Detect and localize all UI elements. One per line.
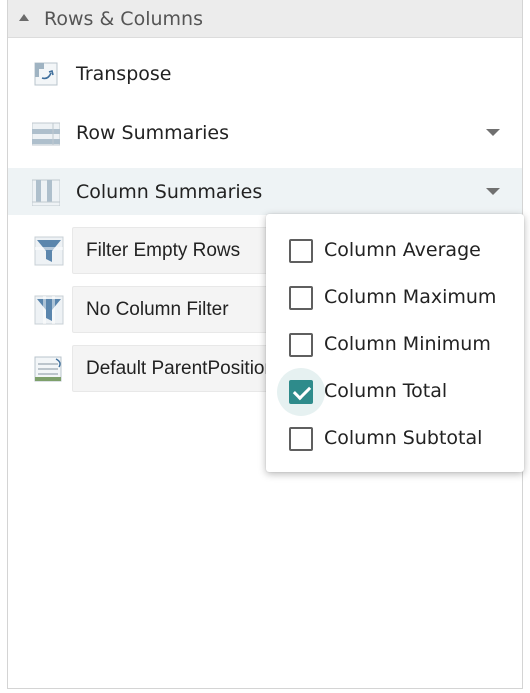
option-label: Column Maximum	[324, 286, 497, 308]
transpose-label: Transpose	[76, 62, 172, 85]
option-column-total[interactable]: Column Total	[266, 368, 524, 416]
option-column-subtotal[interactable]: Column Subtotal	[266, 415, 524, 462]
column-summaries-dropdown: Column Average Column Maximum Column Min…	[266, 214, 524, 472]
column-summaries-item[interactable]: Column Summaries	[8, 168, 522, 215]
option-column-average[interactable]: Column Average	[266, 227, 524, 274]
panel-header[interactable]: Rows & Columns	[8, 0, 522, 38]
panel-title: Rows & Columns	[44, 7, 203, 30]
checkbox[interactable]	[289, 286, 313, 310]
option-label: Column Average	[324, 239, 481, 261]
transpose-icon	[34, 62, 58, 86]
column-summaries-icon	[32, 179, 60, 206]
option-label: Column Minimum	[324, 333, 491, 355]
option-label: Column Subtotal	[324, 427, 483, 449]
transpose-item[interactable]: Transpose	[8, 50, 522, 97]
parent-position-icon	[34, 356, 62, 382]
filter-icon	[34, 236, 64, 266]
checkbox-checked[interactable]	[289, 380, 313, 404]
option-column-minimum[interactable]: Column Minimum	[266, 321, 524, 368]
row-summaries-label: Row Summaries	[76, 121, 229, 144]
option-label: Column Total	[324, 380, 448, 402]
filter-icon	[34, 295, 64, 325]
collapse-caret-icon[interactable]	[19, 14, 29, 21]
chevron-down-icon[interactable]	[486, 188, 500, 195]
checkbox[interactable]	[289, 239, 313, 263]
row-summaries-icon	[32, 122, 60, 146]
row-summaries-item[interactable]: Row Summaries	[8, 109, 522, 156]
column-summaries-label: Column Summaries	[76, 180, 263, 203]
option-column-maximum[interactable]: Column Maximum	[266, 274, 524, 321]
checkbox[interactable]	[289, 333, 313, 357]
checkbox[interactable]	[289, 427, 313, 451]
chevron-down-icon[interactable]	[486, 129, 500, 136]
